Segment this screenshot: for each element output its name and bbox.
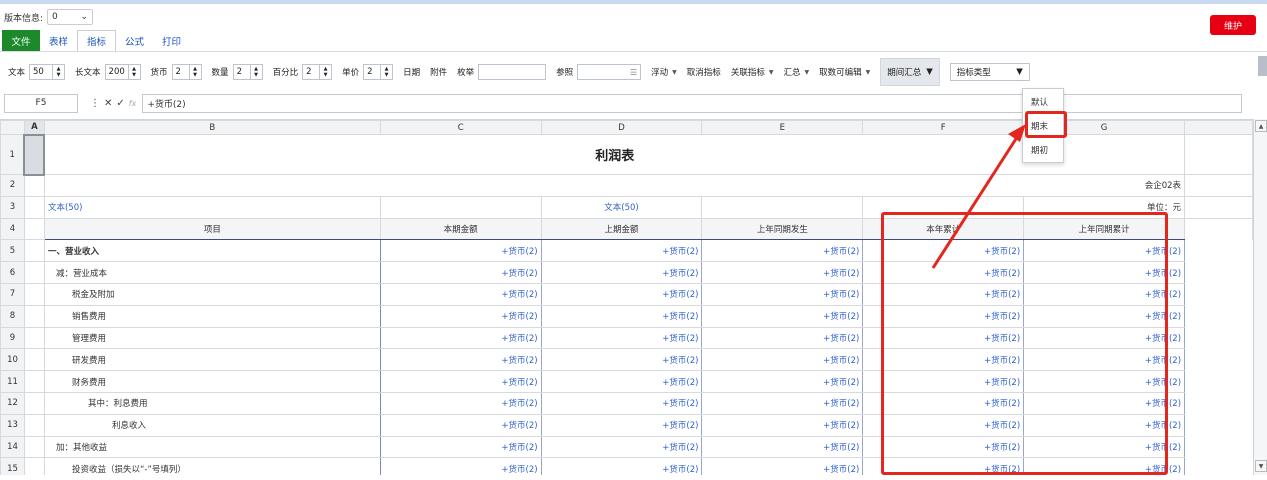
- arrow-line: [931, 130, 1023, 269]
- annotation-arrow: [931, 124, 1026, 269]
- arrow-head: [1008, 124, 1026, 142]
